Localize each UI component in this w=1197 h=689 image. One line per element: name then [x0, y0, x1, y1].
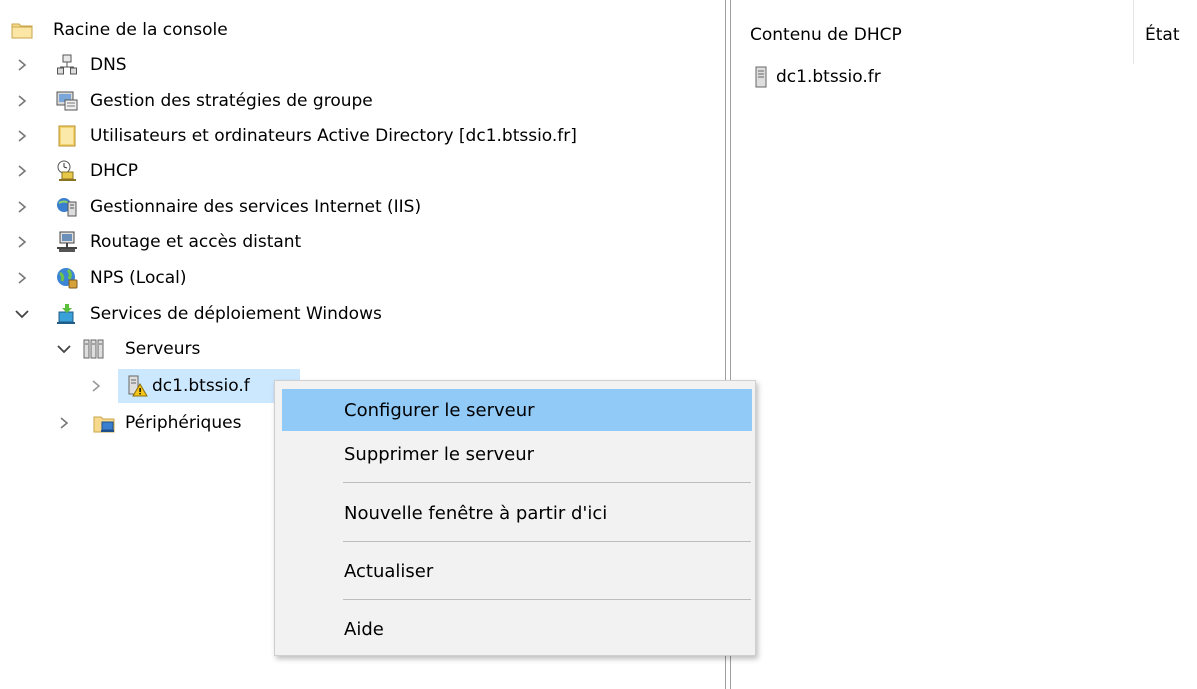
chevron-right-icon[interactable] [13, 56, 31, 74]
dhcp-icon [56, 160, 78, 182]
menu-item-configure-server[interactable]: Configurer le serveur [282, 389, 752, 431]
column-header-status[interactable]: État [1145, 22, 1180, 48]
column-header-name[interactable]: Contenu de DHCP [750, 22, 902, 48]
tree-item-label: Utilisateurs et ordinateurs Active Direc… [90, 126, 577, 146]
chevron-right-icon[interactable] [87, 377, 105, 395]
chevron-right-icon[interactable] [13, 198, 31, 216]
folder-icon [11, 19, 33, 41]
tree-item-label: NPS (Local) [90, 268, 187, 288]
chevron-right-icon[interactable] [13, 269, 31, 287]
tree-root-label: Racine de la console [53, 20, 228, 40]
column-separator[interactable] [1133, 0, 1134, 64]
routing-icon [56, 231, 78, 253]
tree-item-label: DHCP [90, 161, 138, 181]
tree-item-label: Routage et accès distant [90, 232, 302, 252]
tree-server-label: dc1.btssio.f [152, 376, 250, 396]
menu-item-refresh[interactable]: Actualiser [282, 550, 752, 592]
iis-icon [56, 196, 78, 218]
servers-icon [83, 338, 105, 360]
chevron-right-icon[interactable] [55, 414, 73, 432]
gpo-icon [56, 90, 78, 112]
tree-item-label: Services de déploiement Windows [90, 304, 382, 324]
menu-separator [343, 482, 751, 483]
devices-icon [93, 412, 115, 434]
chevron-right-icon[interactable] [13, 233, 31, 251]
menu-separator [343, 541, 751, 542]
dns-icon [56, 54, 78, 76]
chevron-down-icon[interactable] [13, 305, 31, 323]
menu-separator [343, 599, 751, 600]
tree-servers-label: Serveurs [125, 339, 201, 359]
tree-devices-label: Périphériques [125, 413, 242, 433]
context-menu: Configurer le serveur Supprimer le serve… [274, 380, 756, 656]
tree-item-label: DNS [90, 55, 127, 75]
menu-item-new-window[interactable]: Nouvelle fenêtre à partir d'ici [282, 492, 752, 534]
ad-icon [56, 125, 78, 147]
list-item-name: dc1.btssio.fr [776, 67, 881, 87]
list-item[interactable]: dc1.btssio.fr [754, 62, 881, 92]
nps-icon [56, 267, 78, 289]
chevron-right-icon[interactable] [13, 127, 31, 145]
tree-item-label: Gestionnaire des services Internet (IIS) [90, 197, 422, 217]
chevron-right-icon[interactable] [13, 92, 31, 110]
menu-item-help[interactable]: Aide [282, 608, 752, 650]
wds-icon [56, 303, 78, 325]
tree-item-label: Gestion des stratégies de groupe [90, 91, 373, 111]
mmc-window: Racine de la console DNS Gestion des str… [0, 0, 1197, 689]
server-warning-icon [126, 375, 148, 397]
results-pane: Contenu de DHCP État dc1.btssio.fr [736, 0, 1197, 689]
server-icon [754, 66, 768, 88]
chevron-right-icon[interactable] [13, 162, 31, 180]
chevron-down-icon[interactable] [55, 340, 73, 358]
menu-item-remove-server[interactable]: Supprimer le serveur [282, 433, 752, 475]
